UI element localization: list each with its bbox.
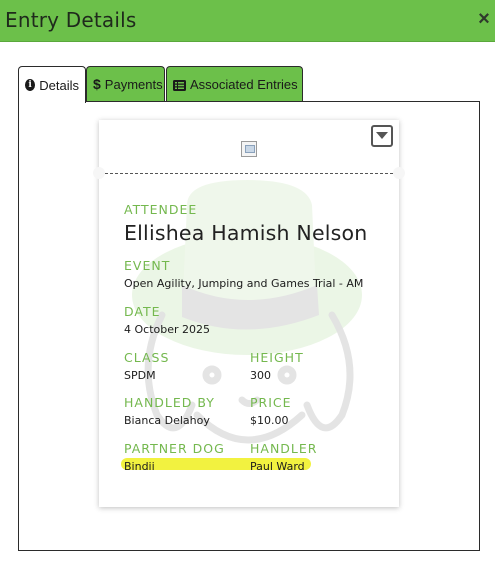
price-label: PRICE xyxy=(250,395,292,410)
dialog-titlebar: Entry Details × xyxy=(0,0,495,42)
dialog-title: Entry Details xyxy=(5,8,137,32)
handler-label: HANDLER xyxy=(250,441,318,456)
ticket-header xyxy=(99,120,399,175)
entry-ticket-card: ATTENDEE Ellishea Hamish Nelson EVENT Op… xyxy=(93,120,405,507)
event-value: Open Agility, Jumping and Games Trial - … xyxy=(124,277,364,290)
partner-dog-label: PARTNER DOG xyxy=(124,441,225,456)
info-circle-icon: i xyxy=(25,79,36,91)
chevron-down-icon[interactable] xyxy=(371,125,393,147)
date-label: DATE xyxy=(124,304,161,319)
list-icon xyxy=(173,79,186,91)
tab-payments-label: Payments xyxy=(104,76,163,92)
class-value: SPDM xyxy=(124,369,156,382)
ticket-perforation xyxy=(105,173,393,174)
tab-associated-entries[interactable]: Associated Entries xyxy=(166,66,303,101)
height-value: 300 xyxy=(250,369,271,382)
ticket-notch-left xyxy=(93,167,105,179)
entry-details-dialog: Entry Details × i Details $ Payments Ass… xyxy=(0,0,495,561)
close-icon[interactable]: × xyxy=(475,9,493,29)
ticket-notch-right xyxy=(393,167,405,179)
date-value: 4 October 2025 xyxy=(124,323,211,336)
ticket-image-icon xyxy=(241,141,257,157)
class-label: CLASS xyxy=(124,350,170,365)
height-label: HEIGHT xyxy=(250,350,304,365)
tab-payments[interactable]: $ Payments xyxy=(86,66,165,101)
partner-dog-value: Bindii xyxy=(124,460,155,473)
tab-details[interactable]: i Details xyxy=(18,66,86,103)
attendee-label: ATTENDEE xyxy=(124,202,198,217)
handled-by-label: HANDLED BY xyxy=(124,395,215,410)
tab-details-label: Details xyxy=(39,77,79,93)
handler-value: Paul Ward xyxy=(250,460,305,473)
attendee-name: Ellishea Hamish Nelson xyxy=(124,221,368,245)
tab-associated-entries-label: Associated Entries xyxy=(190,76,298,92)
handled-by-value: Bianca Delahoy xyxy=(124,414,210,427)
price-value: $10.00 xyxy=(250,414,289,427)
dollar-icon: $ xyxy=(93,76,101,92)
event-label: EVENT xyxy=(124,258,171,273)
